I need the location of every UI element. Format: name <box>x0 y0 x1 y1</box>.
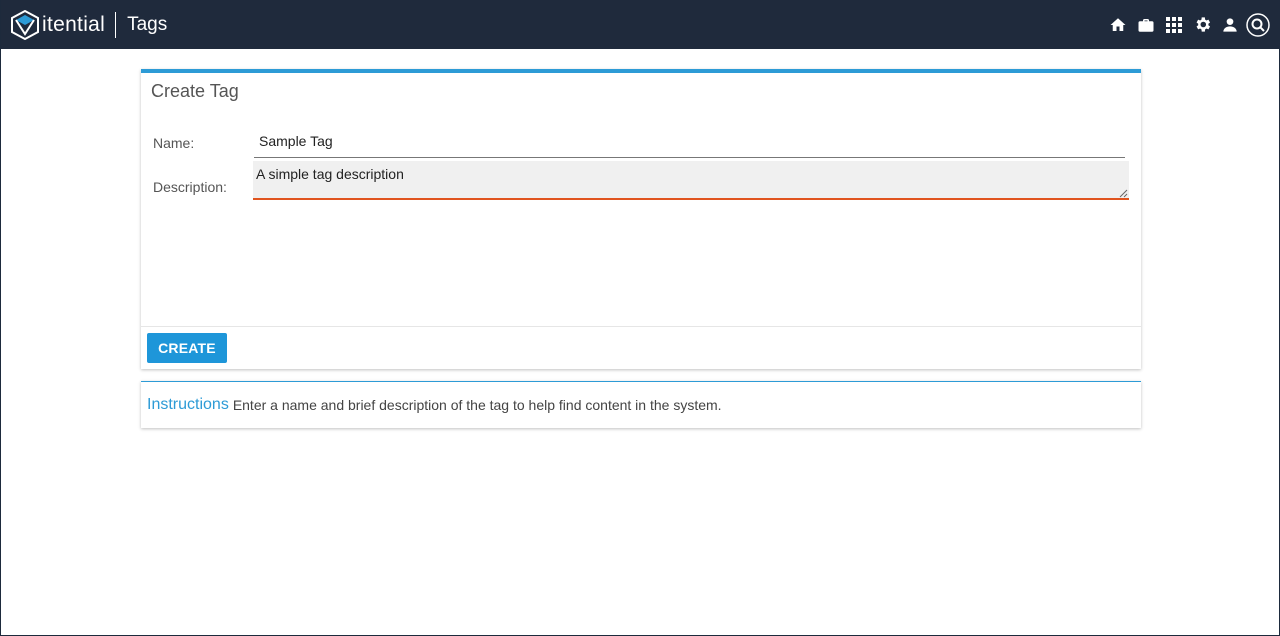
topbar-icon-group <box>1104 0 1272 49</box>
page-title: Tags <box>127 13 168 35</box>
briefcase-icon[interactable] <box>1132 11 1160 39</box>
instructions-text: Enter a name and brief description of th… <box>232 397 722 413</box>
resize-handle-icon[interactable] <box>1119 189 1128 198</box>
home-icon[interactable] <box>1104 11 1132 39</box>
top-navigation-bar: itential Tags <box>1 0 1280 49</box>
name-label: Name: <box>153 135 195 151</box>
itential-logo-icon <box>11 9 39 40</box>
create-tag-card: Create Tag Name: Description: A simple t… <box>141 69 1141 369</box>
app-frame: itential Tags Create Tag Name: Sample Ta… <box>0 0 1280 636</box>
instructions-label: Instructions <box>147 396 229 413</box>
description-label: Description: <box>153 179 227 195</box>
description-textarea[interactable]: A simple tag description <box>253 161 1129 200</box>
instructions-panel: Instructions Enter a name and brief desc… <box>141 381 1141 428</box>
gear-icon[interactable] <box>1188 11 1216 39</box>
name-input[interactable] <box>254 125 1125 158</box>
create-button[interactable]: CREATE <box>147 333 227 363</box>
search-icon[interactable] <box>1244 11 1272 39</box>
card-footer: CREATE <box>141 326 1141 369</box>
card-title: Create Tag <box>151 81 239 101</box>
brand-name: itential <box>42 12 106 36</box>
itential-logo[interactable]: itential <box>11 0 105 49</box>
user-icon[interactable] <box>1216 11 1244 39</box>
title-divider <box>115 11 117 38</box>
apps-grid-icon[interactable] <box>1160 11 1188 39</box>
